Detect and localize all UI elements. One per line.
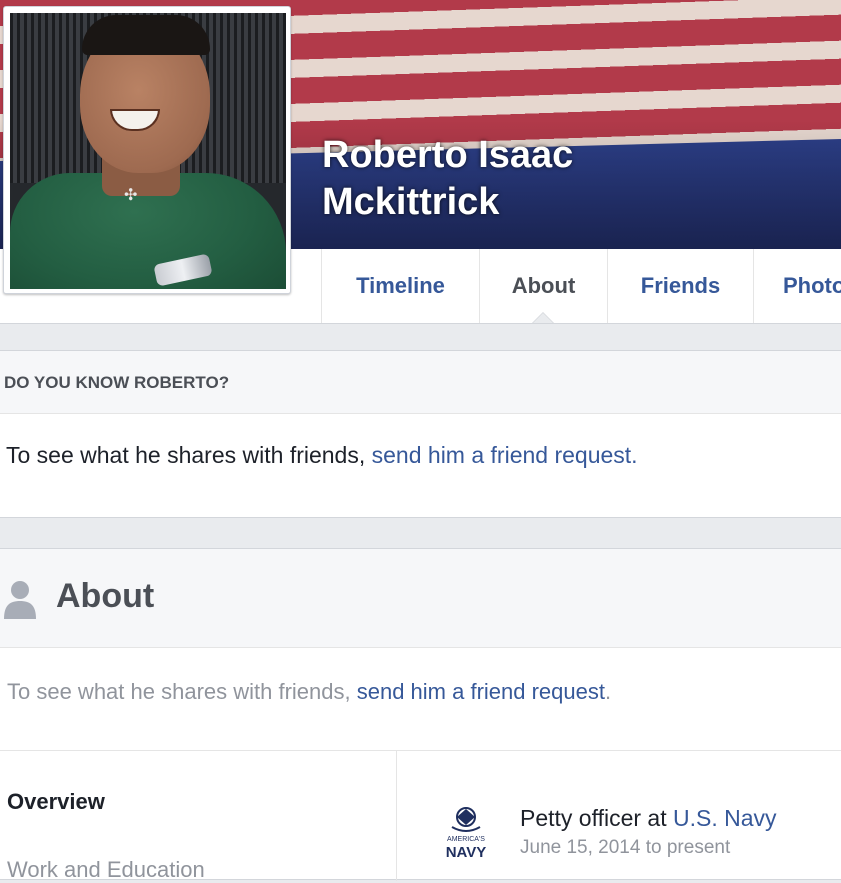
about-title: About [56,577,155,615]
tab-timeline[interactable]: Timeline [321,249,479,323]
do-you-know-text: To see what he shares with friends, send… [0,414,841,469]
friend-request-link[interactable]: send him a friend request. [372,442,638,468]
navy-logo-arc: AMERICA'S [447,836,485,843]
profile-picture[interactable]: ✣ [10,13,286,289]
work-start-date: June 15, 2014 [520,837,641,858]
about-header: About [0,549,841,648]
profile-name[interactable]: Roberto Isaac Mckittrick [322,132,742,226]
about-note: To see what he shares with friends, send… [0,648,841,751]
work-role: Petty officer at [520,805,673,831]
work-education-nav-item[interactable]: Work and Education [7,857,205,883]
about-sections-nav: Overview Work and Education [0,751,397,883]
work-end-date: present [666,837,731,858]
work-title: Petty officer at U.S. Navy [520,805,777,832]
tab-friends[interactable]: Friends [607,249,753,323]
person-icon [4,581,36,619]
about-note-text: To see what he shares with friends, [7,679,357,704]
navy-logo-icon[interactable]: AMERICA'S NAVY [444,805,488,861]
about-friend-request-link[interactable]: send him a friend request [357,679,605,704]
overview-nav-item[interactable]: Overview [7,789,105,815]
tab-photos[interactable]: Photo [753,249,841,323]
navy-logo-text: NAVY [446,844,487,861]
do-you-know-heading: DO YOU KNOW ROBERTO? [0,351,841,414]
about-grid: Overview Work and Education AMERICA'S NA… [0,751,841,883]
active-tab-indicator [532,312,554,323]
work-dates-sep: to [640,837,667,858]
do-you-know-card: DO YOU KNOW ROBERTO? To see what he shar… [0,350,841,518]
about-card: About To see what he shares with friends… [0,548,841,883]
do-you-know-prompt: To see what he shares with friends, [6,442,372,468]
employer-link[interactable]: U.S. Navy [673,805,777,831]
about-note-end: . [605,679,612,704]
photo-hair [82,15,210,55]
work-dates: June 15, 2014 to present [520,837,730,859]
profile-picture-frame[interactable]: ✣ [3,6,291,294]
shirt-logo-icon: ✣ [124,187,138,204]
